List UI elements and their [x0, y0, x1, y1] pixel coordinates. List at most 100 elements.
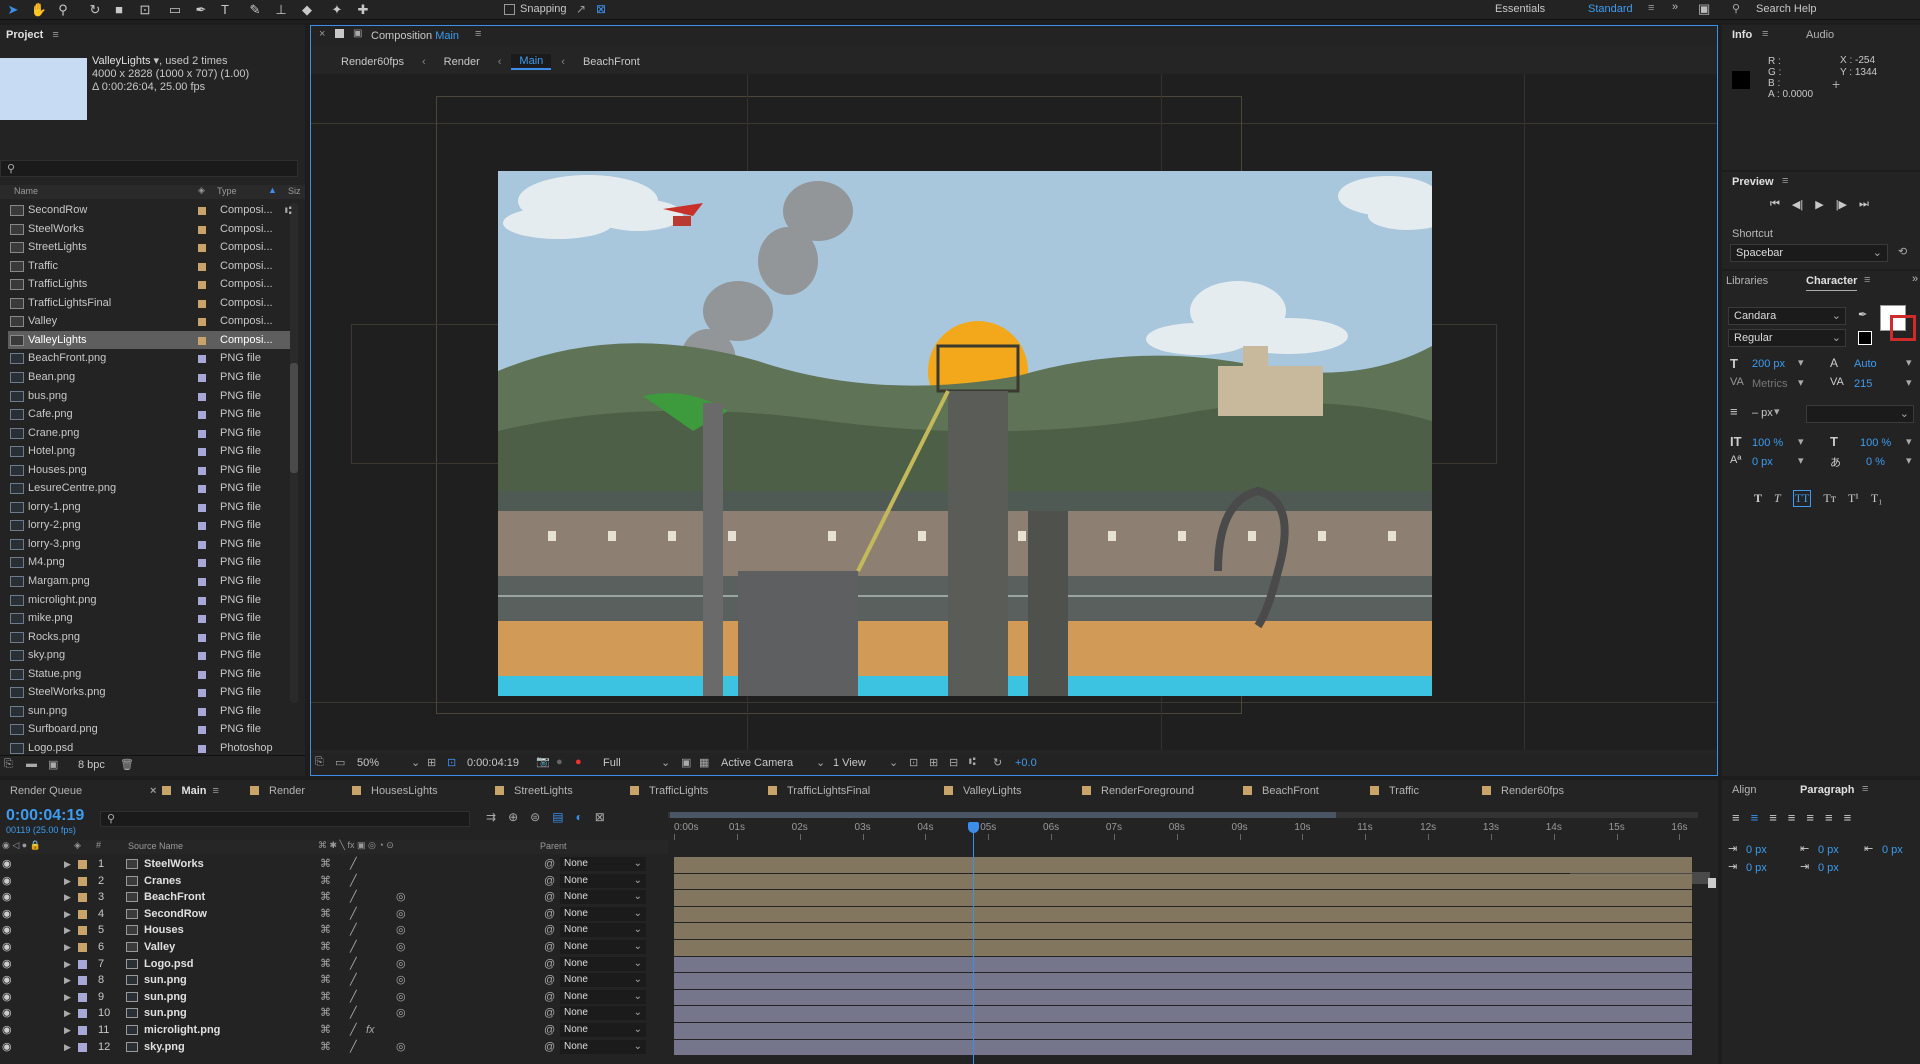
project-scrollbar[interactable] — [290, 203, 298, 703]
chevron-down-icon[interactable]: ⌄ — [816, 756, 825, 769]
table-row[interactable]: ◉ ▶ 7 Logo.psd ⌘ ╱ ◎ @ None ⌄ — [0, 956, 668, 973]
shy-switch-icon[interactable]: ⌘ — [320, 922, 331, 939]
list-item[interactable]: Crane.png PNG file — [8, 424, 298, 443]
chevron-down-icon[interactable]: ⌄ — [889, 756, 898, 769]
first-frame-icon[interactable]: ⏮ — [1770, 198, 1780, 211]
shy-switch-icon[interactable]: ⌘ — [320, 889, 331, 906]
parent-pickwhip-icon[interactable]: @ — [544, 939, 555, 956]
list-item[interactable]: SecondRow Composi... — [8, 201, 298, 220]
region-of-interest-icon[interactable]: ▣ — [681, 756, 691, 769]
snap-features-icon[interactable]: ⊠ — [596, 2, 606, 16]
quality-switch-icon[interactable]: ╱ — [350, 906, 357, 923]
panel-menu-icon[interactable]: ≡ — [1864, 274, 1870, 286]
kerning-value[interactable]: Metrics — [1752, 378, 1787, 390]
composition-tab-label[interactable]: Composition Main — [371, 30, 459, 42]
tab-beachfront[interactable]: BeachFront — [1243, 781, 1319, 801]
label-color-swatch[interactable] — [198, 559, 206, 568]
indent-right-value[interactable]: 0 px — [1882, 844, 1903, 856]
label-color-swatch[interactable] — [78, 860, 87, 869]
layer-duration-bar[interactable] — [674, 890, 1692, 906]
panel-menu-icon[interactable]: ≡ — [1862, 783, 1868, 795]
list-item[interactable]: sun.png PNG file — [8, 702, 298, 721]
motion-blur-switch-icon[interactable]: ◎ — [396, 972, 406, 989]
justify-right-icon[interactable]: ≡ — [1825, 810, 1833, 825]
list-item[interactable]: lorry-2.png PNG file — [8, 516, 298, 535]
chevron-down-icon[interactable]: ▾ — [1798, 356, 1804, 369]
new-folder-icon[interactable]: ▬ — [26, 758, 37, 770]
table-row[interactable]: ◉ ▶ 9 sun.png ⌘ ╱ ◎ @ None ⌄ — [0, 989, 668, 1006]
leading-value[interactable]: Auto — [1854, 358, 1877, 370]
list-item[interactable]: bus.png PNG file — [8, 387, 298, 406]
layer-duration-bar[interactable] — [674, 857, 1692, 873]
label-color-swatch[interactable] — [198, 726, 206, 735]
table-row[interactable]: ◉ ▶ 12 sky.png ⌘ ╱ ◎ @ None ⌄ — [0, 1039, 668, 1056]
list-item[interactable]: lorry-3.png PNG file — [8, 535, 298, 554]
parent-pickwhip-icon[interactable]: @ — [544, 1039, 555, 1056]
quality-switch-icon[interactable]: ╱ — [350, 939, 357, 956]
label-color-swatch[interactable] — [198, 689, 206, 698]
column-source-name[interactable]: Source Name — [128, 841, 183, 851]
baseline-shift-value[interactable]: 0 px — [1752, 456, 1773, 468]
camera-dropdown[interactable]: Active Camera — [721, 757, 793, 769]
list-item[interactable]: sky.png PNG file — [8, 646, 298, 665]
justify-all-icon[interactable]: ≡ — [1844, 810, 1852, 825]
resolution-dropdown[interactable]: Full — [603, 757, 621, 769]
layer-duration-bar[interactable] — [674, 1006, 1692, 1022]
vertical-scale-value[interactable]: 100 % — [1752, 437, 1783, 449]
composition-canvas[interactable] — [311, 74, 1717, 750]
stroke-color-swatch[interactable] — [1890, 315, 1916, 341]
list-item[interactable]: SteelWorks.png PNG file — [8, 683, 298, 702]
shy-switch-icon[interactable]: ⌘ — [320, 956, 331, 973]
current-time-indicator[interactable] — [968, 822, 980, 1064]
list-item[interactable]: Bean.png PNG file — [8, 368, 298, 387]
quality-switch-icon[interactable]: ╱ — [350, 873, 357, 890]
parent-pickwhip-icon[interactable]: @ — [544, 956, 555, 973]
shy-switch-icon[interactable]: ⌘ — [320, 939, 331, 956]
view-layout-dropdown[interactable]: 1 View — [833, 757, 866, 769]
align-left-icon[interactable]: ≡ — [1732, 810, 1740, 825]
label-color-swatch[interactable] — [198, 262, 206, 271]
list-item[interactable]: Valley Composi... — [8, 312, 298, 331]
list-item[interactable]: microlight.png PNG file — [8, 591, 298, 610]
table-row[interactable]: ◉ ▶ 8 sun.png ⌘ ╱ ◎ @ None ⌄ — [0, 972, 668, 989]
align-center-icon[interactable]: ≡ — [1751, 810, 1759, 825]
draft-3d-icon[interactable]: ⊕ — [508, 810, 518, 824]
toggle-pixel-aspect-icon[interactable]: ⊡ — [909, 756, 918, 769]
project-search-input[interactable]: ⚲ — [0, 160, 298, 177]
expand-arrow-icon[interactable]: ▶ — [64, 1022, 71, 1039]
label-color-swatch[interactable] — [198, 411, 206, 420]
shy-switch-icon[interactable]: ⌘ — [320, 989, 331, 1006]
label-color-swatch[interactable] — [198, 244, 206, 253]
label-color-swatch[interactable] — [198, 355, 206, 364]
type-tool-icon[interactable]: T — [216, 1, 234, 19]
label-color-swatch[interactable] — [78, 976, 87, 986]
faux-italic-icon[interactable]: T — [1774, 491, 1781, 506]
eye-icon[interactable]: ◉ — [2, 1005, 12, 1022]
tab-render60fps[interactable]: Render60fps — [1482, 781, 1564, 801]
stroke-style-dropdown[interactable]: ⌄ — [1806, 405, 1914, 423]
eye-icon[interactable]: ◉ — [2, 1039, 12, 1056]
fast-previews-icon[interactable]: ⊞ — [929, 756, 938, 769]
shy-switch-icon[interactable]: ⌘ — [320, 1022, 331, 1039]
list-item[interactable]: mike.png PNG file — [8, 609, 298, 628]
quality-switch-icon[interactable]: ╱ — [350, 889, 357, 906]
hide-shy-icon[interactable]: ⊜ — [530, 810, 540, 824]
eye-icon[interactable]: ◉ — [2, 922, 12, 939]
expand-arrow-icon[interactable]: ▶ — [64, 972, 71, 989]
panel-menu-icon[interactable]: ≡ — [213, 785, 219, 797]
label-color-swatch[interactable] — [198, 633, 206, 642]
list-item[interactable]: LesureCentre.png PNG file — [8, 479, 298, 498]
label-color-swatch[interactable] — [198, 336, 206, 345]
eyedropper-icon[interactable]: ✒ — [1858, 308, 1867, 321]
parent-pickwhip-icon[interactable]: @ — [544, 989, 555, 1006]
panel-overflow-icon[interactable]: » — [1912, 273, 1918, 285]
parent-dropdown[interactable]: None ⌄ — [560, 956, 646, 971]
label-color-swatch[interactable] — [198, 299, 206, 308]
camera-tool-icon[interactable]: ■ — [110, 1, 128, 19]
play-icon[interactable]: ▶ — [1815, 198, 1823, 211]
comp-flowchart-icon[interactable]: ⇉ — [486, 810, 496, 824]
label-column-icon[interactable]: ◈ — [198, 185, 205, 196]
all-caps-icon[interactable]: TT — [1792, 490, 1812, 507]
label-color-swatch[interactable] — [78, 943, 87, 952]
label-color-swatch[interactable] — [198, 429, 206, 438]
